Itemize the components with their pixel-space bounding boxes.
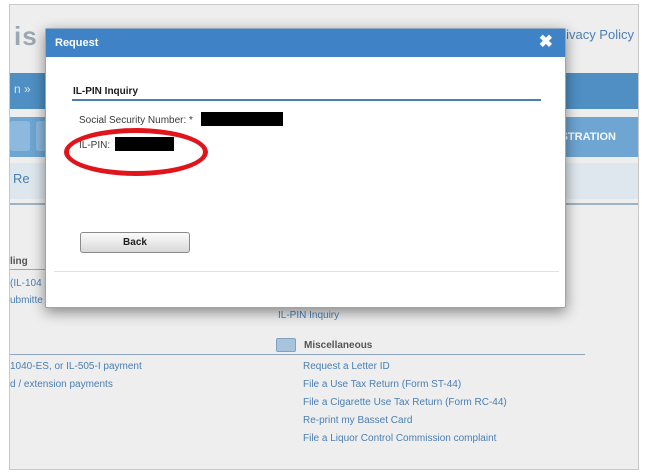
close-icon[interactable]: ✖ — [539, 33, 553, 51]
document-icon — [276, 338, 296, 352]
breadcrumb[interactable]: n » — [14, 82, 31, 96]
section-heading: IL-PIN Inquiry — [73, 86, 138, 97]
left-section-heading: ling — [10, 256, 28, 267]
back-button[interactable]: Back — [80, 232, 190, 253]
heading-underline — [72, 99, 541, 101]
divider — [54, 271, 559, 272]
privacy-policy-link[interactable]: rivacy Policy — [562, 27, 634, 42]
ssn-label: Social Security Number: * — [79, 115, 193, 126]
misc-link[interactable]: Request a Letter ID — [303, 361, 390, 372]
nav-button[interactable] — [10, 121, 30, 151]
site-logo-fragment: is — [14, 21, 38, 51]
section-band-label: Re — [13, 171, 30, 186]
request-dialog: Request ✖ IL-PIN Inquiry Social Security… — [45, 28, 566, 308]
misc-heading: Miscellaneous — [304, 340, 373, 351]
nav-item-registration[interactable]: STRATION — [561, 131, 616, 143]
left-link[interactable]: d / extension payments — [10, 379, 113, 390]
dialog-title: Request — [55, 37, 99, 49]
misc-link[interactable]: File a Liquor Control Commission complai… — [303, 433, 496, 444]
divider — [10, 354, 585, 355]
highlight-circle — [64, 128, 208, 176]
left-link[interactable]: (IL-104 — [10, 278, 42, 289]
dialog-titlebar: Request ✖ — [46, 29, 565, 57]
left-link[interactable]: ubmitte — [10, 295, 43, 306]
misc-link[interactable]: Re-print my Basset Card — [303, 415, 412, 426]
left-link[interactable]: 1040-ES, or IL-505-I payment — [10, 361, 142, 372]
divider — [10, 269, 50, 270]
ssn-redacted-value — [201, 112, 283, 126]
misc-link[interactable]: File a Cigarette Use Tax Return (Form RC… — [303, 397, 507, 408]
misc-link[interactable]: File a Use Tax Return (Form ST-44) — [303, 379, 461, 390]
il-pin-inquiry-link[interactable]: IL-PIN Inquiry — [278, 310, 339, 321]
